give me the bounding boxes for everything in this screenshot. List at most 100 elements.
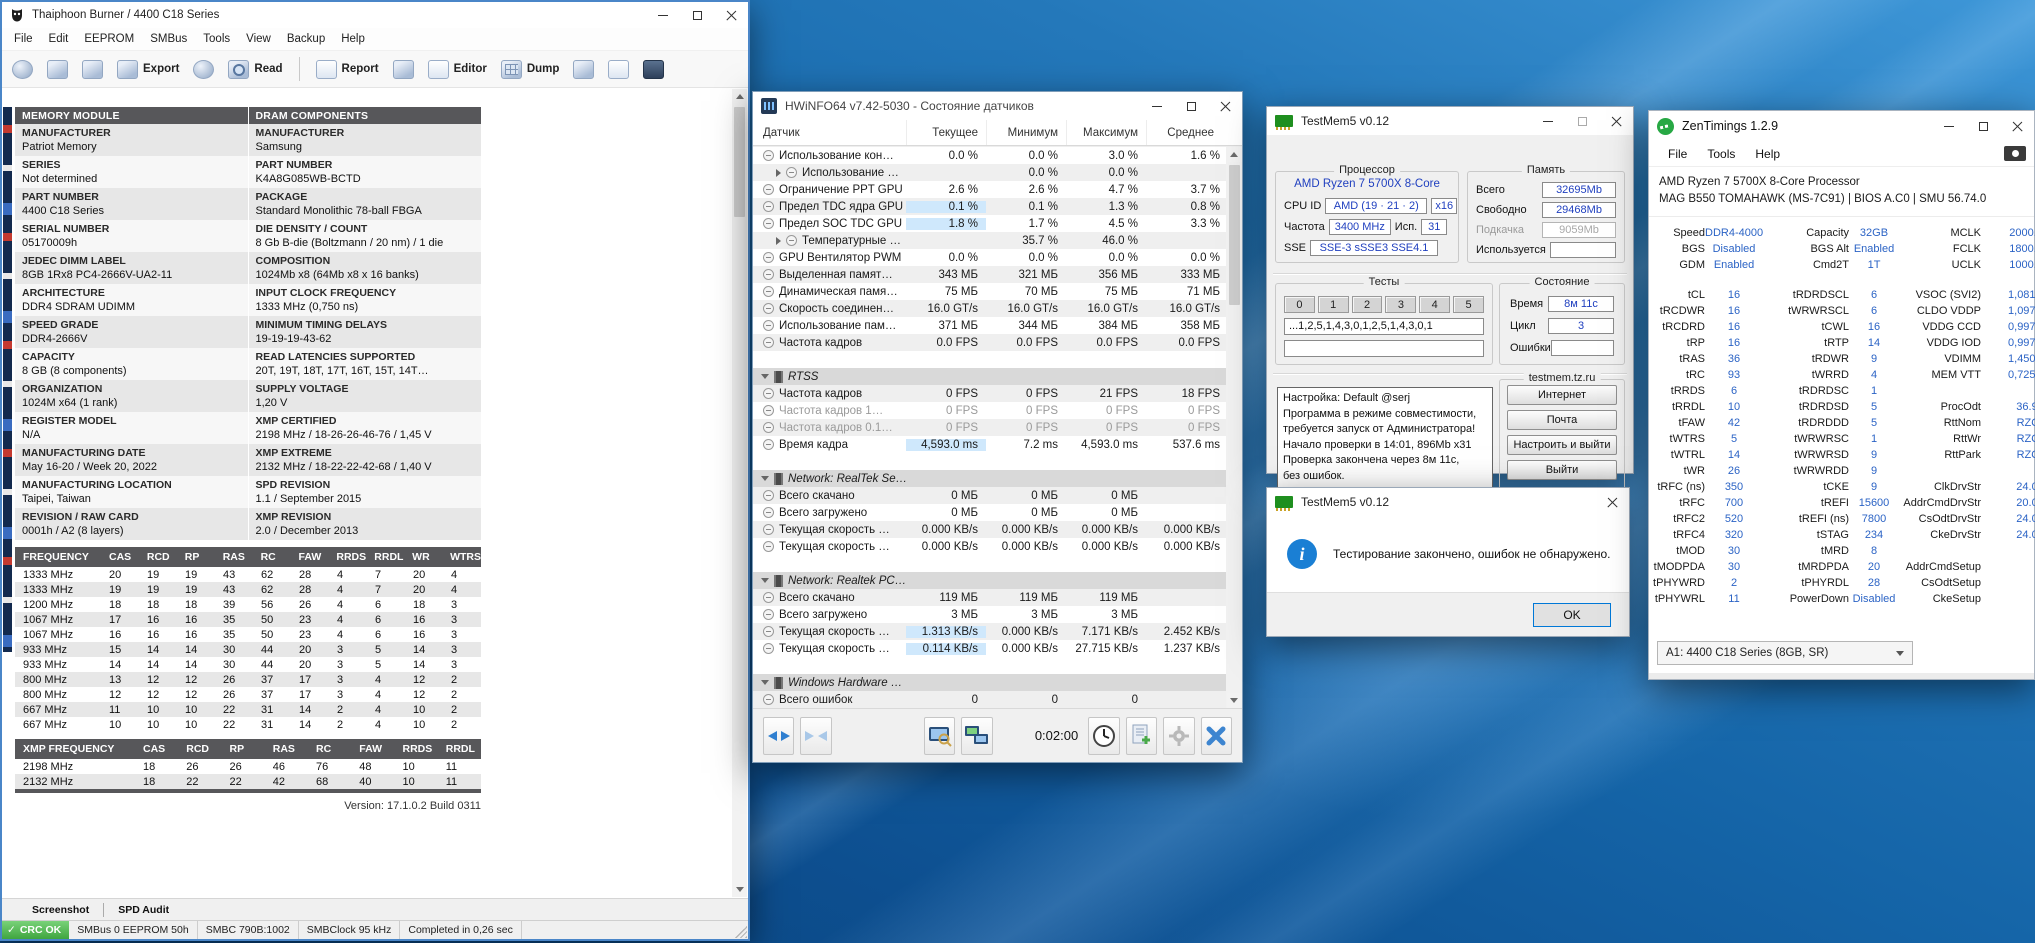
memory-value-field[interactable]: 32695Mb [1542,182,1616,198]
cpu-usage-field[interactable]: 31 [1421,219,1448,235]
chevron-down-icon[interactable] [761,578,769,583]
clock-button[interactable] [1088,716,1120,755]
test-extra-field[interactable] [1284,340,1484,357]
memory-value-field[interactable]: 29468Mb [1542,202,1616,218]
site-button[interactable]: Почта [1507,410,1617,430]
sensor-row[interactable]: Частота кадров 0 FPS 0 FPS 21 FPS 18 FPS [753,385,1226,402]
menu-item-tools[interactable]: Tools [195,33,238,45]
sensor-row[interactable]: Скорость соединен… 16.0 GT/s 16.0 GT/s 16.0… [753,300,1226,317]
menu-item-file[interactable]: File [1659,147,1696,161]
scroll-up-icon[interactable] [732,89,747,104]
minimize-button[interactable] [1932,111,1966,141]
vertical-scrollbar[interactable] [732,89,747,897]
sse-field[interactable]: SSE-3 sSSE3 SSE4.1 [1310,240,1439,256]
state-value-field[interactable] [1550,340,1614,356]
site-button[interactable]: Интернет [1507,385,1617,405]
sensor-row[interactable]: Использование пам… 371 МБ 344 МБ 384 МБ 358 … [753,317,1226,334]
screenshot-camera-icon[interactable] [2004,146,2026,161]
read-button[interactable]: Read [224,58,286,81]
sensor-row[interactable]: Динамическая памя… 75 МБ 70 МБ 75 МБ 71 МБ [753,283,1226,300]
chevron-right-icon[interactable] [776,168,781,177]
memory-value-field[interactable]: 9059Mb [1542,222,1616,238]
dialog-titlebar[interactable]: TestMem5 v0.12 [1267,488,1629,516]
cpu-id-field[interactable]: AMD (19 · 21 · 2) [1325,198,1428,214]
sensor-row[interactable]: Текущая скорость … 0.000 KB/s 0.000 KB/s 0.… [753,538,1226,555]
sensor-row[interactable]: Всего загружено 0 МБ 0 МБ 0 МБ [753,504,1226,521]
sensor-row[interactable]: Использование … 0.0 % 0.0 % [753,164,1226,181]
close-button[interactable] [2000,111,2034,141]
menu-item-tools[interactable]: Tools [1698,147,1744,161]
wrench-button[interactable] [389,58,418,81]
scroll-up-icon[interactable] [1226,147,1242,162]
sensor-column-headers[interactable]: Датчик Текущее Минимум Максимум Среднее [753,120,1242,146]
sensor-row[interactable]: Время кадра 4,593.0 ms 7.2 ms 4,593.0 ms 537… [753,436,1226,453]
sensor-row[interactable]: Ограничение PPT GPU 2.6 % 2.6 % 4.7 % 3.7 % [753,181,1226,198]
cpu-multiplier-field[interactable]: x16 [1431,198,1458,214]
menu-item-file[interactable]: File [6,33,41,45]
dump-button[interactable]: Dump [497,58,564,81]
gear-button[interactable] [8,58,37,81]
minimize-button[interactable] [1531,107,1565,135]
chevron-down-icon[interactable] [761,680,769,685]
sensor-row[interactable]: Использование кон… 0.0 % 0.0 % 3.0 % 1.6 % [753,147,1226,164]
tab-spd-audit[interactable]: SPD Audit [104,904,183,916]
column-header-3[interactable]: Максимум [1066,120,1146,145]
menu-item-help[interactable]: Help [1746,147,1789,161]
scrollbar-thumb[interactable] [734,107,745,217]
sensor-row[interactable]: Текущая скорость … 0.114 KB/s 0.000 KB/s 27… [753,640,1226,657]
tab-screenshot[interactable]: Screenshot [18,904,103,916]
test-button-5[interactable]: 5 [1453,296,1484,313]
cpu-button[interactable] [569,58,598,81]
chevron-down-icon[interactable] [761,374,769,379]
sensor-section-row[interactable]: RTSS [753,368,1226,385]
maximize-button[interactable] [1174,92,1208,120]
close-button[interactable] [714,2,748,28]
hwinfo-titlebar[interactable]: HWiNFO64 v7.42-5030 - Состояние датчиков [753,92,1242,120]
open-folder-button[interactable] [43,58,72,81]
maximize-button[interactable] [680,2,714,28]
menu-item-backup[interactable]: Backup [279,33,333,45]
sensor-row[interactable]: Частота кадров 0.1… 0 FPS 0 FPS 0 FPS 0 FPS [753,419,1226,436]
maximize-button[interactable] [1565,107,1599,135]
report-button[interactable]: Report [312,58,383,81]
site-button[interactable]: Выйти [1507,460,1617,480]
test-button-1[interactable]: 1 [1317,296,1349,313]
column-header-1[interactable]: Текущее [906,120,986,145]
resize-grip[interactable] [735,926,747,938]
state-value-field[interactable]: 3 [1548,318,1614,334]
menu-item-edit[interactable]: Edit [41,33,77,45]
dimm-selector-dropdown[interactable]: A1: 4400 C18 Series (8GB, SR) [1657,641,1913,665]
menu-item-smbus[interactable]: SMBus [142,33,195,45]
thaiphoon-titlebar[interactable]: Thaiphoon Burner / 4400 C18 Series [2,2,748,28]
remote-monitors-button[interactable] [961,716,993,755]
sensor-row[interactable]: Всего загружено 3 МБ 3 МБ 3 МБ [753,606,1226,623]
close-button[interactable] [1595,488,1629,516]
save-button[interactable] [78,58,107,81]
scrollbar-thumb[interactable] [1228,165,1240,305]
menu-item-eeprom[interactable]: EEPROM [76,33,142,45]
memory-value-field[interactable] [1549,242,1616,258]
sensor-section-row[interactable]: Network: RealTek Se… [753,470,1226,487]
column-header-0[interactable]: Датчик [753,127,906,139]
lock-button[interactable] [189,58,218,81]
sensor-row[interactable]: Текущая скорость … 1.313 KB/s 0.000 KB/s 7.… [753,623,1226,640]
menu-item-help[interactable]: Help [333,33,373,45]
copy-button[interactable] [604,58,633,81]
settings-button[interactable] [1163,716,1195,755]
sensor-row[interactable]: Всего скачано 119 МБ 119 МБ 119 МБ [753,589,1226,606]
ok-button[interactable]: OK [1533,602,1611,627]
vertical-scrollbar[interactable] [1226,147,1242,708]
sensor-row[interactable]: Всего ошибок 0 0 0 [753,691,1226,708]
close-button[interactable] [1208,92,1242,120]
test-button-0[interactable]: 0 [1284,296,1315,313]
sensor-row[interactable]: Температурные … 35.7 % 46.0 % [753,232,1226,249]
close-button[interactable] [1599,107,1633,135]
collapse-button[interactable] [800,716,832,755]
test-button-2[interactable]: 2 [1351,296,1383,313]
chevron-down-icon[interactable] [761,476,769,481]
sensor-row[interactable]: GPU Вентилятор PWM 0.0 % 0.0 % 0.0 % 0.0 % [753,249,1226,266]
scroll-down-icon[interactable] [1226,693,1242,708]
state-value-field[interactable]: 8м 11с [1548,296,1614,312]
sensor-section-row[interactable]: Network: Realtek PC… [753,572,1226,589]
close-sensors-button[interactable] [1200,716,1232,755]
